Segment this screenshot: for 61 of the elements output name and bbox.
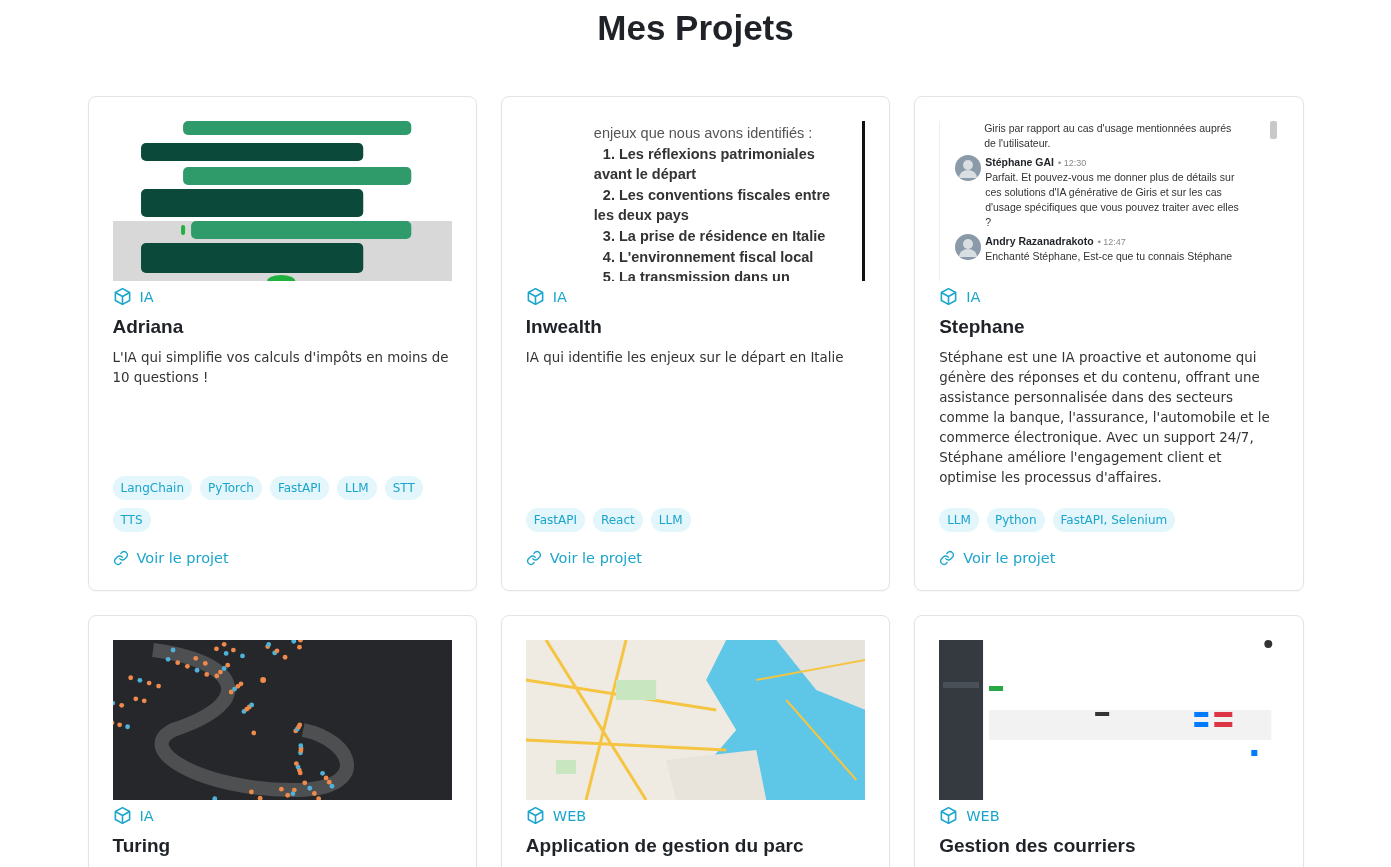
category-label: IA <box>139 807 154 824</box>
category-label: IA <box>139 288 154 305</box>
cube-icon <box>939 806 959 825</box>
project-title: Gestion des courriers <box>939 834 1137 858</box>
tech-tag: LLM <box>650 508 691 532</box>
cube-icon <box>112 806 132 825</box>
tech-tag: LLM <box>939 508 979 532</box>
document-line: 4. L'environnement fiscal local <box>601 247 815 267</box>
scrollbar <box>1269 121 1277 139</box>
message-line: Parfait. Et pouvez-vous me donner plus de détails sur <box>985 170 1236 185</box>
project-title: Turing <box>112 834 172 858</box>
message-line: Giris par rapport au cas d'usage mentionnées auprés <box>983 121 1233 136</box>
avatar-icon <box>955 234 982 260</box>
document-line: avant le départ <box>593 165 698 185</box>
link-icon <box>939 550 956 566</box>
message-time: • 12:30 <box>1058 158 1087 168</box>
tech-tag: React <box>592 508 643 532</box>
tech-tag: PyTorch <box>200 476 262 500</box>
cube-icon <box>525 287 545 306</box>
project-link[interactable]: Voir le projet <box>525 550 642 566</box>
message-author: Stéphane GAI <box>985 155 1054 170</box>
project-description: IA qui identifie les enjeux sur le départ en Italie <box>525 349 845 367</box>
message-line: d'usage spécifiques que vous pouvez traiter avec elles <box>985 200 1239 215</box>
project-title: Stephane <box>939 315 1026 339</box>
link-icon <box>112 550 129 566</box>
cube-icon <box>525 806 545 825</box>
link-icon <box>525 550 542 566</box>
document-line: enjeux que nous avons identifiés : <box>593 124 814 143</box>
document-line: les deux pays <box>593 206 690 226</box>
tech-tag: STT <box>384 476 423 500</box>
document-line: 2. Les conventions fiscales entre <box>601 185 832 205</box>
tech-tag: TTS <box>112 508 151 532</box>
cube-icon <box>112 287 132 306</box>
project-title: Inwealth <box>525 315 603 339</box>
message-line: ? <box>985 215 992 230</box>
tech-tag: FastAPI <box>269 476 329 500</box>
message-author: Andry Razanadrakoto <box>985 234 1094 249</box>
project-title: Adriana <box>112 315 185 339</box>
page-title: Mes Projets <box>596 7 795 49</box>
category-label: IA <box>552 288 568 305</box>
project-description: Stéphane est une IA proactive et autonome qui génère des réponses et du contenu, offrant une assistance personnalisée dans des secteurs comme la banque, l'assurance, l'automobile et le commerce électronique. Avec un support 24/7, Stéphane améliore l'engagement client et optimise les processus d'affaires. <box>939 349 1271 487</box>
message-line: Enchanté Stéphane, Est-ce que tu connais Stéphane <box>985 249 1233 264</box>
project-description: L'IA qui simplifie vos calculs d'impôts en moins de 10 questions ! <box>112 349 450 387</box>
message-line: ces solutions d'IA générative de Giris et sur les cas <box>985 185 1223 200</box>
project-link[interactable]: Voir le projet <box>939 550 1056 566</box>
project-title: Application de gestion du parc <box>525 834 805 858</box>
message-time: • 12:47 <box>1097 237 1126 247</box>
category-label: WEB <box>552 807 587 824</box>
cube-icon <box>939 287 959 306</box>
tech-tag: FastAPI <box>525 508 585 532</box>
category-label: WEB <box>966 807 1000 824</box>
project-link[interactable]: Voir le projet <box>112 550 229 566</box>
tech-tag: Python <box>986 508 1045 532</box>
message-line: de l'utilisateur. <box>983 136 1052 151</box>
tech-tag: LangChain <box>112 476 193 500</box>
category-label: IA <box>966 288 981 305</box>
avatar-icon <box>955 155 982 181</box>
tech-tag: LLM <box>337 476 377 500</box>
tech-tag: FastAPI, Selenium <box>1052 508 1176 532</box>
document-line: 1. Les réflexions patrimoniales <box>601 144 816 164</box>
document-line: 3. La prise de résidence en Italie <box>601 226 827 246</box>
